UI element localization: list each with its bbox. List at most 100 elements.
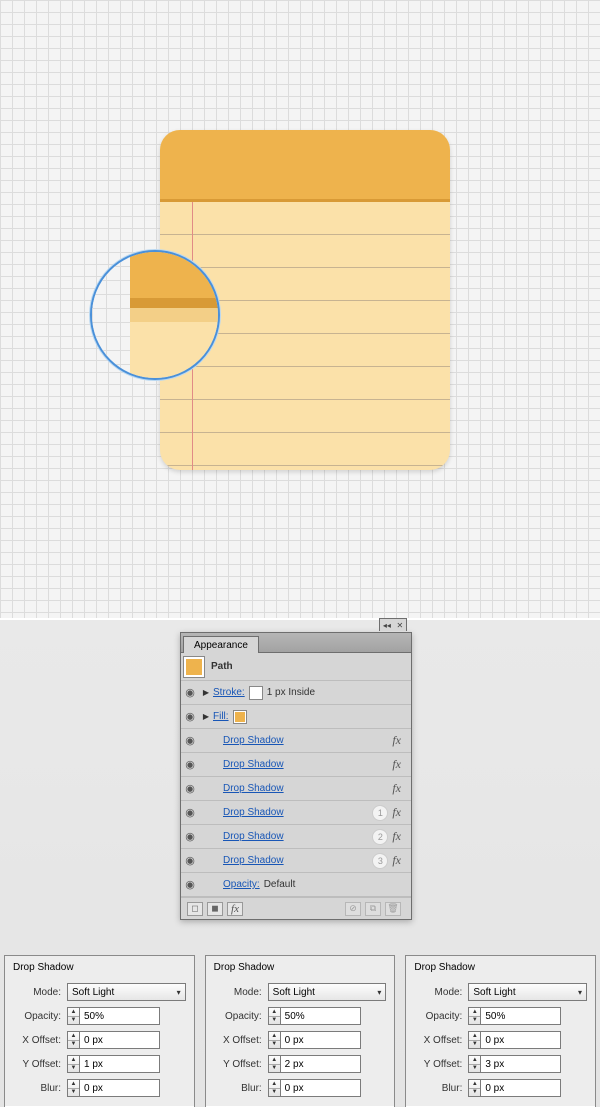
visibility-toggle[interactable]: ◉ [181,854,199,867]
drop-shadow-dialog: Drop Shadow Mode: Soft Light ▾ Opacity: … [4,955,195,1107]
mode-label: Mode: [214,987,262,998]
visibility-toggle[interactable]: ◉ [181,782,199,795]
blur-input[interactable]: 0 px [80,1079,160,1097]
mode-select[interactable]: Soft Light ▾ [268,983,387,1001]
effect-row[interactable]: ◉ Drop Shadow 2 fx [181,825,411,849]
dialogs-row: Drop Shadow Mode: Soft Light ▾ Opacity: … [4,955,596,1107]
fx-icon[interactable]: fx [392,805,405,820]
blur-label: Blur: [414,1083,462,1094]
opacity-stepper[interactable]: ▲▼ [468,1007,481,1025]
yoffset-stepper[interactable]: ▲▼ [268,1055,281,1073]
visibility-toggle[interactable]: ◉ [181,686,199,699]
opacity-input[interactable]: 50% [80,1007,160,1025]
visibility-toggle[interactable]: ◉ [181,878,199,891]
effect-link[interactable]: Drop Shadow [223,735,284,746]
effect-link[interactable]: Drop Shadow [223,831,284,842]
opacity-link[interactable]: Opacity: [223,879,260,890]
artboard-canvas[interactable] [0,0,600,618]
appearance-panel: ◂◂ ✕ Appearance Path ◉ ▶ Stroke: 1 px In… [180,632,412,920]
blur-input[interactable]: 0 px [281,1079,361,1097]
collapse-icon[interactable]: ◂◂ [383,621,391,630]
callout-badge: 2 [372,829,388,845]
callout-badge: 1 [372,805,388,821]
effect-row[interactable]: ◉ Drop Shadow fx [181,729,411,753]
effect-link[interactable]: Drop Shadow [223,807,284,818]
xoffset-stepper[interactable]: ▲▼ [268,1031,281,1049]
fx-icon[interactable]: fx [392,853,405,868]
panel-host: ◂◂ ✕ Appearance Path ◉ ▶ Stroke: 1 px In… [0,618,600,1107]
opacity-stepper[interactable]: ▲▼ [67,1007,80,1025]
stroke-row[interactable]: ◉ ▶ Stroke: 1 px Inside [181,681,411,705]
stroke-swatch[interactable] [249,686,263,700]
yoffset-input[interactable]: 1 px [80,1055,160,1073]
disclose-icon[interactable]: ▶ [199,712,213,721]
blur-stepper[interactable]: ▲▼ [468,1079,481,1097]
xoffset-label: X Offset: [414,1035,462,1046]
xoffset-input[interactable]: 0 px [481,1031,561,1049]
path-label: Path [211,661,233,672]
yoffset-label: Y Offset: [13,1059,61,1070]
tab-appearance[interactable]: Appearance [183,636,259,653]
panel-footer: ◻ ◼ fx ⊘ ⧉ 🗑 [181,897,411,919]
fill-link[interactable]: Fill: [213,711,229,722]
mode-select[interactable]: Soft Light ▾ [468,983,587,1001]
fx-icon[interactable]: fx [392,829,405,844]
xoffset-stepper[interactable]: ▲▼ [67,1031,80,1049]
callout-badge: 3 [372,853,388,869]
visibility-toggle[interactable]: ◉ [181,806,199,819]
blur-stepper[interactable]: ▲▼ [67,1079,80,1097]
new-art-fill-button[interactable]: ◼ [207,902,223,916]
fx-icon[interactable]: fx [392,781,405,796]
effect-row[interactable]: ◉ Drop Shadow fx [181,777,411,801]
yoffset-input[interactable]: 3 px [481,1055,561,1073]
visibility-toggle[interactable]: ◉ [181,734,199,747]
effect-link[interactable]: Drop Shadow [223,783,284,794]
mode-value: Soft Light [273,987,315,998]
xoffset-input[interactable]: 0 px [80,1031,160,1049]
add-effect-button[interactable]: fx [227,902,243,916]
notepad-header [160,130,450,202]
fx-icon[interactable]: fx [392,757,405,772]
effect-link[interactable]: Drop Shadow [223,759,284,770]
mode-value: Soft Light [473,987,515,998]
xoffset-stepper[interactable]: ▲▼ [468,1031,481,1049]
fill-swatch[interactable] [233,710,247,724]
yoffset-input[interactable]: 2 px [281,1055,361,1073]
duplicate-item-button[interactable]: ⧉ [365,902,381,916]
visibility-toggle[interactable]: ◉ [181,710,199,723]
clear-appearance-button[interactable]: ⊘ [345,902,361,916]
blur-input[interactable]: 0 px [481,1079,561,1097]
stroke-value[interactable]: 1 px Inside [267,687,315,698]
opacity-stepper[interactable]: ▲▼ [268,1007,281,1025]
mode-select[interactable]: Soft Light ▾ [67,983,186,1001]
xoffset-label: X Offset: [214,1035,262,1046]
stroke-link[interactable]: Stroke: [213,687,245,698]
effect-row[interactable]: ◉ Drop Shadow 3 fx [181,849,411,873]
new-art-stroke-button[interactable]: ◻ [187,902,203,916]
delete-item-button[interactable]: 🗑 [385,902,401,916]
close-icon[interactable]: ✕ [396,621,403,630]
chevron-down-icon: ▾ [377,988,381,997]
visibility-toggle[interactable]: ◉ [181,758,199,771]
xoffset-input[interactable]: 0 px [281,1031,361,1049]
yoffset-stepper[interactable]: ▲▼ [67,1055,80,1073]
effect-row[interactable]: ◉ Drop Shadow fx [181,753,411,777]
effect-row[interactable]: ◉ Drop Shadow 1 fx [181,801,411,825]
blur-stepper[interactable]: ▲▼ [268,1079,281,1097]
path-row[interactable]: Path [181,653,411,681]
fill-row[interactable]: ◉ ▶ Fill: [181,705,411,729]
fx-icon[interactable]: fx [392,733,405,748]
yoffset-stepper[interactable]: ▲▼ [468,1055,481,1073]
disclose-icon[interactable]: ▶ [199,688,213,697]
opacity-input[interactable]: 50% [481,1007,561,1025]
opacity-label: Opacity: [13,1011,61,1022]
effect-link[interactable]: Drop Shadow [223,855,284,866]
dialog-title: Drop Shadow [414,962,587,973]
panel-flyout[interactable]: ◂◂ ✕ [379,618,407,631]
opacity-input[interactable]: 50% [281,1007,361,1025]
yoffset-label: Y Offset: [414,1059,462,1070]
mode-label: Mode: [414,987,462,998]
visibility-toggle[interactable]: ◉ [181,830,199,843]
opacity-row[interactable]: ◉ Opacity: Default [181,873,411,897]
dialog-title: Drop Shadow [13,962,186,973]
